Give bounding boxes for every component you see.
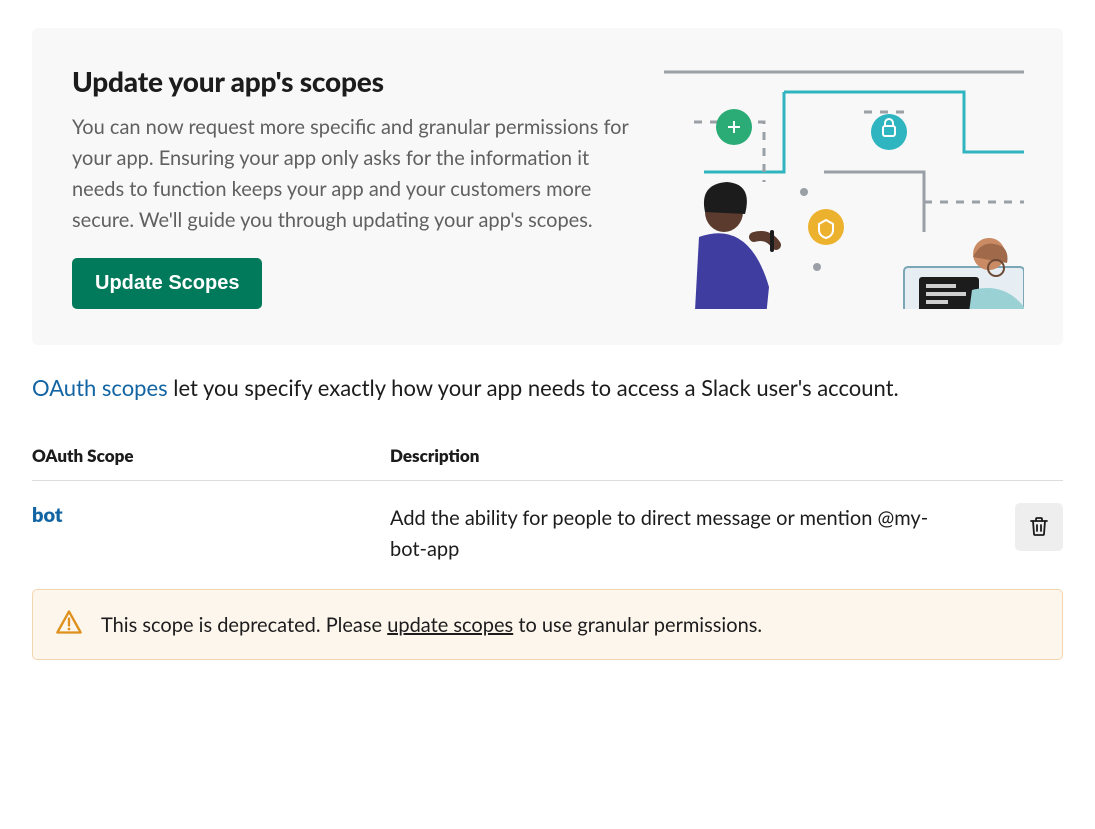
banner-copy: Update your app's scopes You can now req… [72,64,632,309]
table-row: bot Add the ability for people to direct… [32,481,1063,587]
deprecation-pre: This scope is deprecated. Please [101,613,387,637]
scopes-table: OAuth Scope Description bot Add the abil… [32,445,1063,660]
deprecation-link[interactable]: update scopes [387,613,513,637]
trash-icon [1027,514,1051,541]
banner-title: Update your app's scopes [72,64,632,98]
col-header-description: Description [390,445,991,466]
warning-icon [55,608,83,641]
intro-rest: let you specify exactly how your app nee… [168,374,899,401]
banner-illustration [664,64,1024,309]
intro-paragraph: OAuth scopes let you specify exactly how… [32,371,1063,405]
col-header-scope: OAuth Scope [32,445,382,466]
delete-scope-button[interactable] [1015,503,1063,551]
update-scopes-banner: Update your app's scopes You can now req… [32,28,1063,345]
illustration-svg [664,64,1024,309]
banner-body: You can now request more specific and gr… [72,112,632,236]
deprecation-post: to use granular permissions. [513,613,762,637]
scopes-table-header: OAuth Scope Description [32,445,1063,481]
scope-name-link[interactable]: bot [32,503,382,527]
deprecation-text: This scope is deprecated. Please update … [101,613,762,637]
oauth-scopes-link[interactable]: OAuth scopes [32,374,168,401]
deprecation-notice: This scope is deprecated. Please update … [32,589,1063,660]
update-scopes-button[interactable]: Update Scopes [72,258,262,309]
scope-description: Add the ability for people to direct mes… [390,503,991,565]
